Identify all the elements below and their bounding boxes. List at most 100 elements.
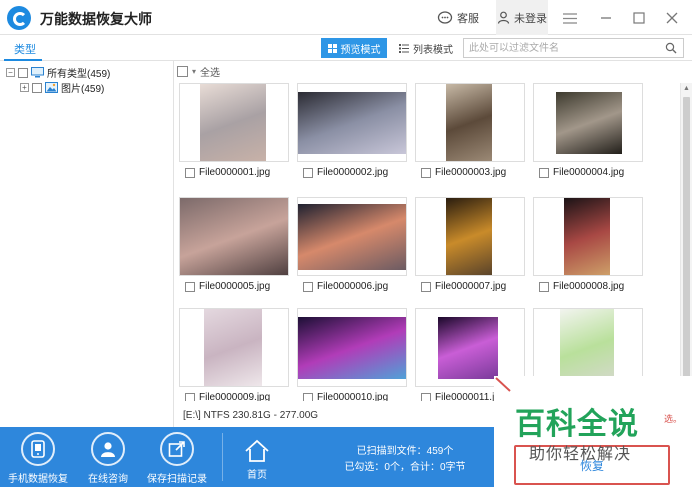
file-tile[interactable]: File0000010.jpg — [297, 308, 407, 401]
image-icon — [45, 82, 58, 93]
phone-recovery-button[interactable]: 手机数据恢复 — [6, 432, 70, 487]
file-thumbnail[interactable] — [533, 83, 643, 162]
file-checkbox[interactable] — [421, 392, 431, 401]
file-checkbox[interactable] — [303, 281, 313, 292]
file-thumbnail[interactable] — [297, 197, 407, 276]
customer-service-label: 客服 — [457, 13, 479, 25]
dropdown-arrow-icon[interactable]: ▾ — [192, 67, 196, 76]
preview-mode-button[interactable]: 预览模式 — [321, 38, 387, 58]
grid-icon — [327, 43, 337, 53]
search-icon[interactable] — [665, 42, 677, 54]
close-button[interactable] — [662, 8, 682, 28]
save-scan-label: 保存扫描记录 — [147, 474, 207, 485]
maximize-icon — [633, 12, 645, 24]
expand-icon[interactable]: + — [20, 83, 29, 92]
tree-checkbox-images[interactable] — [32, 82, 42, 93]
list-icon — [399, 43, 409, 53]
menu-button[interactable] — [560, 8, 580, 28]
thumbnail-image — [204, 309, 262, 386]
minimize-button[interactable] — [596, 8, 616, 28]
file-thumbnail[interactable] — [297, 308, 407, 387]
scroll-thumb[interactable] — [683, 97, 690, 377]
search-input[interactable] — [464, 39, 654, 57]
selected-info: 已勾选：0个，合计：0字节 — [344, 462, 466, 473]
thumbnail-image — [446, 198, 492, 275]
file-tile[interactable]: File0000007.jpg — [415, 197, 525, 292]
file-checkbox[interactable] — [421, 167, 431, 178]
thumbnail-image — [200, 84, 266, 161]
login-button[interactable]: 未登录 — [496, 0, 548, 35]
menu-icon — [563, 12, 577, 24]
file-caption: File0000008.jpg — [533, 281, 643, 292]
chat-bubble-icon — [437, 11, 453, 24]
thumbnail-image — [556, 92, 622, 154]
file-tile[interactable]: File0000001.jpg — [179, 83, 289, 178]
home-button[interactable]: 首页 — [244, 439, 270, 481]
file-caption: File0000002.jpg — [297, 167, 407, 178]
list-mode-label: 列表模式 — [413, 44, 453, 56]
customer-service-button[interactable]: 客服 — [437, 8, 479, 28]
file-tile[interactable]: File0000008.jpg — [533, 197, 643, 292]
file-checkbox[interactable] — [185, 167, 195, 178]
file-checkbox[interactable] — [303, 392, 313, 401]
app-logo-icon — [7, 6, 31, 30]
file-thumbnail[interactable] — [415, 197, 525, 276]
select-all-checkbox[interactable] — [177, 66, 188, 77]
file-checkbox[interactable] — [539, 167, 549, 178]
list-mode-button[interactable]: 列表模式 — [393, 38, 459, 58]
collapse-icon[interactable]: − — [6, 68, 15, 77]
export-icon — [160, 432, 194, 466]
file-tile[interactable]: File0000002.jpg — [297, 83, 407, 178]
scroll-up-icon[interactable]: ▲ — [683, 85, 690, 92]
select-all-label: 全选 — [200, 68, 221, 79]
file-caption: File0000010.jpg — [297, 392, 407, 401]
tab-type[interactable]: 类型 — [14, 41, 36, 57]
file-checkbox[interactable] — [303, 167, 313, 178]
file-tile[interactable]: File0000004.jpg — [533, 83, 643, 178]
file-thumbnail[interactable] — [179, 197, 289, 276]
file-tile[interactable]: File0000005.jpg — [179, 197, 289, 292]
phone-recovery-label: 手机数据恢复 — [8, 474, 68, 485]
thumbnail-image — [298, 317, 406, 379]
tree-checkbox-all[interactable] — [18, 67, 28, 78]
home-icon — [245, 439, 269, 462]
file-caption: File0000003.jpg — [415, 167, 525, 178]
file-thumbnail[interactable] — [297, 83, 407, 162]
online-consult-button[interactable]: 在线咨询 — [80, 432, 136, 487]
online-consult-label: 在线咨询 — [88, 474, 128, 485]
app-title: 万能数据恢复大师 — [40, 12, 152, 28]
file-tile[interactable]: File0000003.jpg — [415, 83, 525, 178]
home-label: 首页 — [247, 470, 267, 481]
computer-icon — [31, 67, 44, 78]
phone-icon — [21, 432, 55, 466]
file-thumbnail[interactable] — [179, 308, 289, 387]
file-caption: File0000005.jpg — [179, 281, 289, 292]
file-grid: File0000001.jpg File0000002.jpg File000000… — [175, 83, 680, 401]
file-caption: File0000001.jpg — [179, 167, 289, 178]
tree-item-label: 所有类型(459) — [47, 69, 111, 80]
user-circle-icon — [91, 432, 125, 466]
file-thumbnail[interactable] — [415, 83, 525, 162]
select-all[interactable]: ▾ 全选 — [177, 64, 220, 79]
file-name: File0000009.jpg — [199, 392, 271, 401]
file-tile[interactable]: File0000009.jpg — [179, 308, 289, 401]
file-tile[interactable]: File0000006.jpg — [297, 197, 407, 292]
file-checkbox[interactable] — [185, 392, 195, 401]
file-caption: File0000007.jpg — [415, 281, 525, 292]
file-thumbnail[interactable] — [533, 197, 643, 276]
tree-item-images[interactable]: + 图片(459) — [20, 80, 104, 95]
watermark-main-text: 百科全说 — [515, 407, 639, 442]
file-checkbox[interactable] — [421, 281, 431, 292]
thumbnail-image — [298, 204, 406, 270]
maximize-button[interactable] — [629, 8, 649, 28]
tree-item-all-types[interactable]: − 所有类型(459) — [6, 65, 110, 80]
file-caption: File0000009.jpg — [179, 392, 289, 401]
vertical-scrollbar[interactable]: ▲ ▼ — [680, 83, 692, 401]
file-thumbnail[interactable] — [179, 83, 289, 162]
file-checkbox[interactable] — [185, 281, 195, 292]
save-scan-button[interactable]: 保存扫描记录 — [146, 432, 208, 487]
file-preview-area: ▾ 全选 File0000001.jpg File0000002.jpg File0… — [175, 61, 692, 427]
close-icon — [666, 12, 678, 24]
file-name: File0000010.jpg — [317, 392, 389, 401]
file-checkbox[interactable] — [539, 281, 549, 292]
